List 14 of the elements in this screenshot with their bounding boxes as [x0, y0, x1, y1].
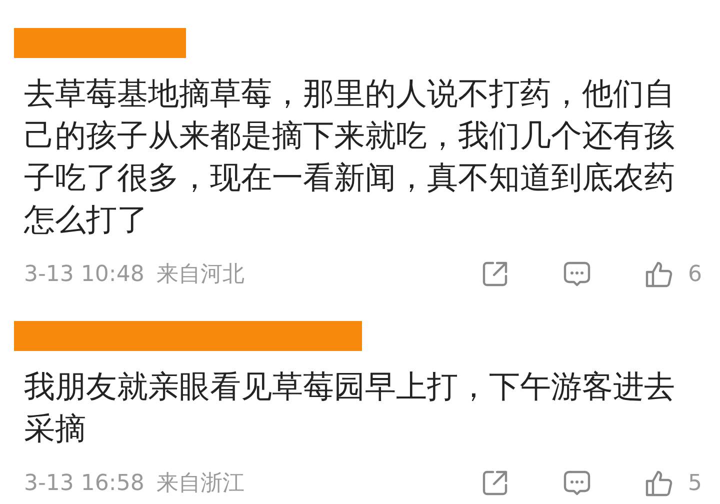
comment-time: 3-13 16:58 [24, 470, 144, 496]
comment-location: 来自河北 [156, 261, 244, 289]
thumbs-up-icon[interactable] [644, 259, 674, 289]
like-count: 5 [688, 470, 702, 496]
thumbs-up-icon[interactable] [644, 468, 674, 498]
comment-icon[interactable] [562, 468, 592, 498]
comment-text: 去草莓基地摘草莓，那里的人说不打药，他们自己的孩子从来都是摘下来就吃，我们几个还有孩子吃了很多，现在一看新闻，真不知道到底农药怎么打了 [24, 75, 676, 240]
share-icon[interactable] [480, 468, 510, 498]
like-count: 6 [688, 262, 702, 286]
comment-icon[interactable] [562, 259, 592, 289]
share-icon[interactable] [480, 259, 510, 289]
comment-text: 我朋友就亲眼看见草莓园早上打，下午游客进去采摘 [24, 368, 676, 449]
comment-time: 3-13 10:48 [24, 262, 144, 286]
comment-location: 来自浙江 [156, 470, 244, 498]
